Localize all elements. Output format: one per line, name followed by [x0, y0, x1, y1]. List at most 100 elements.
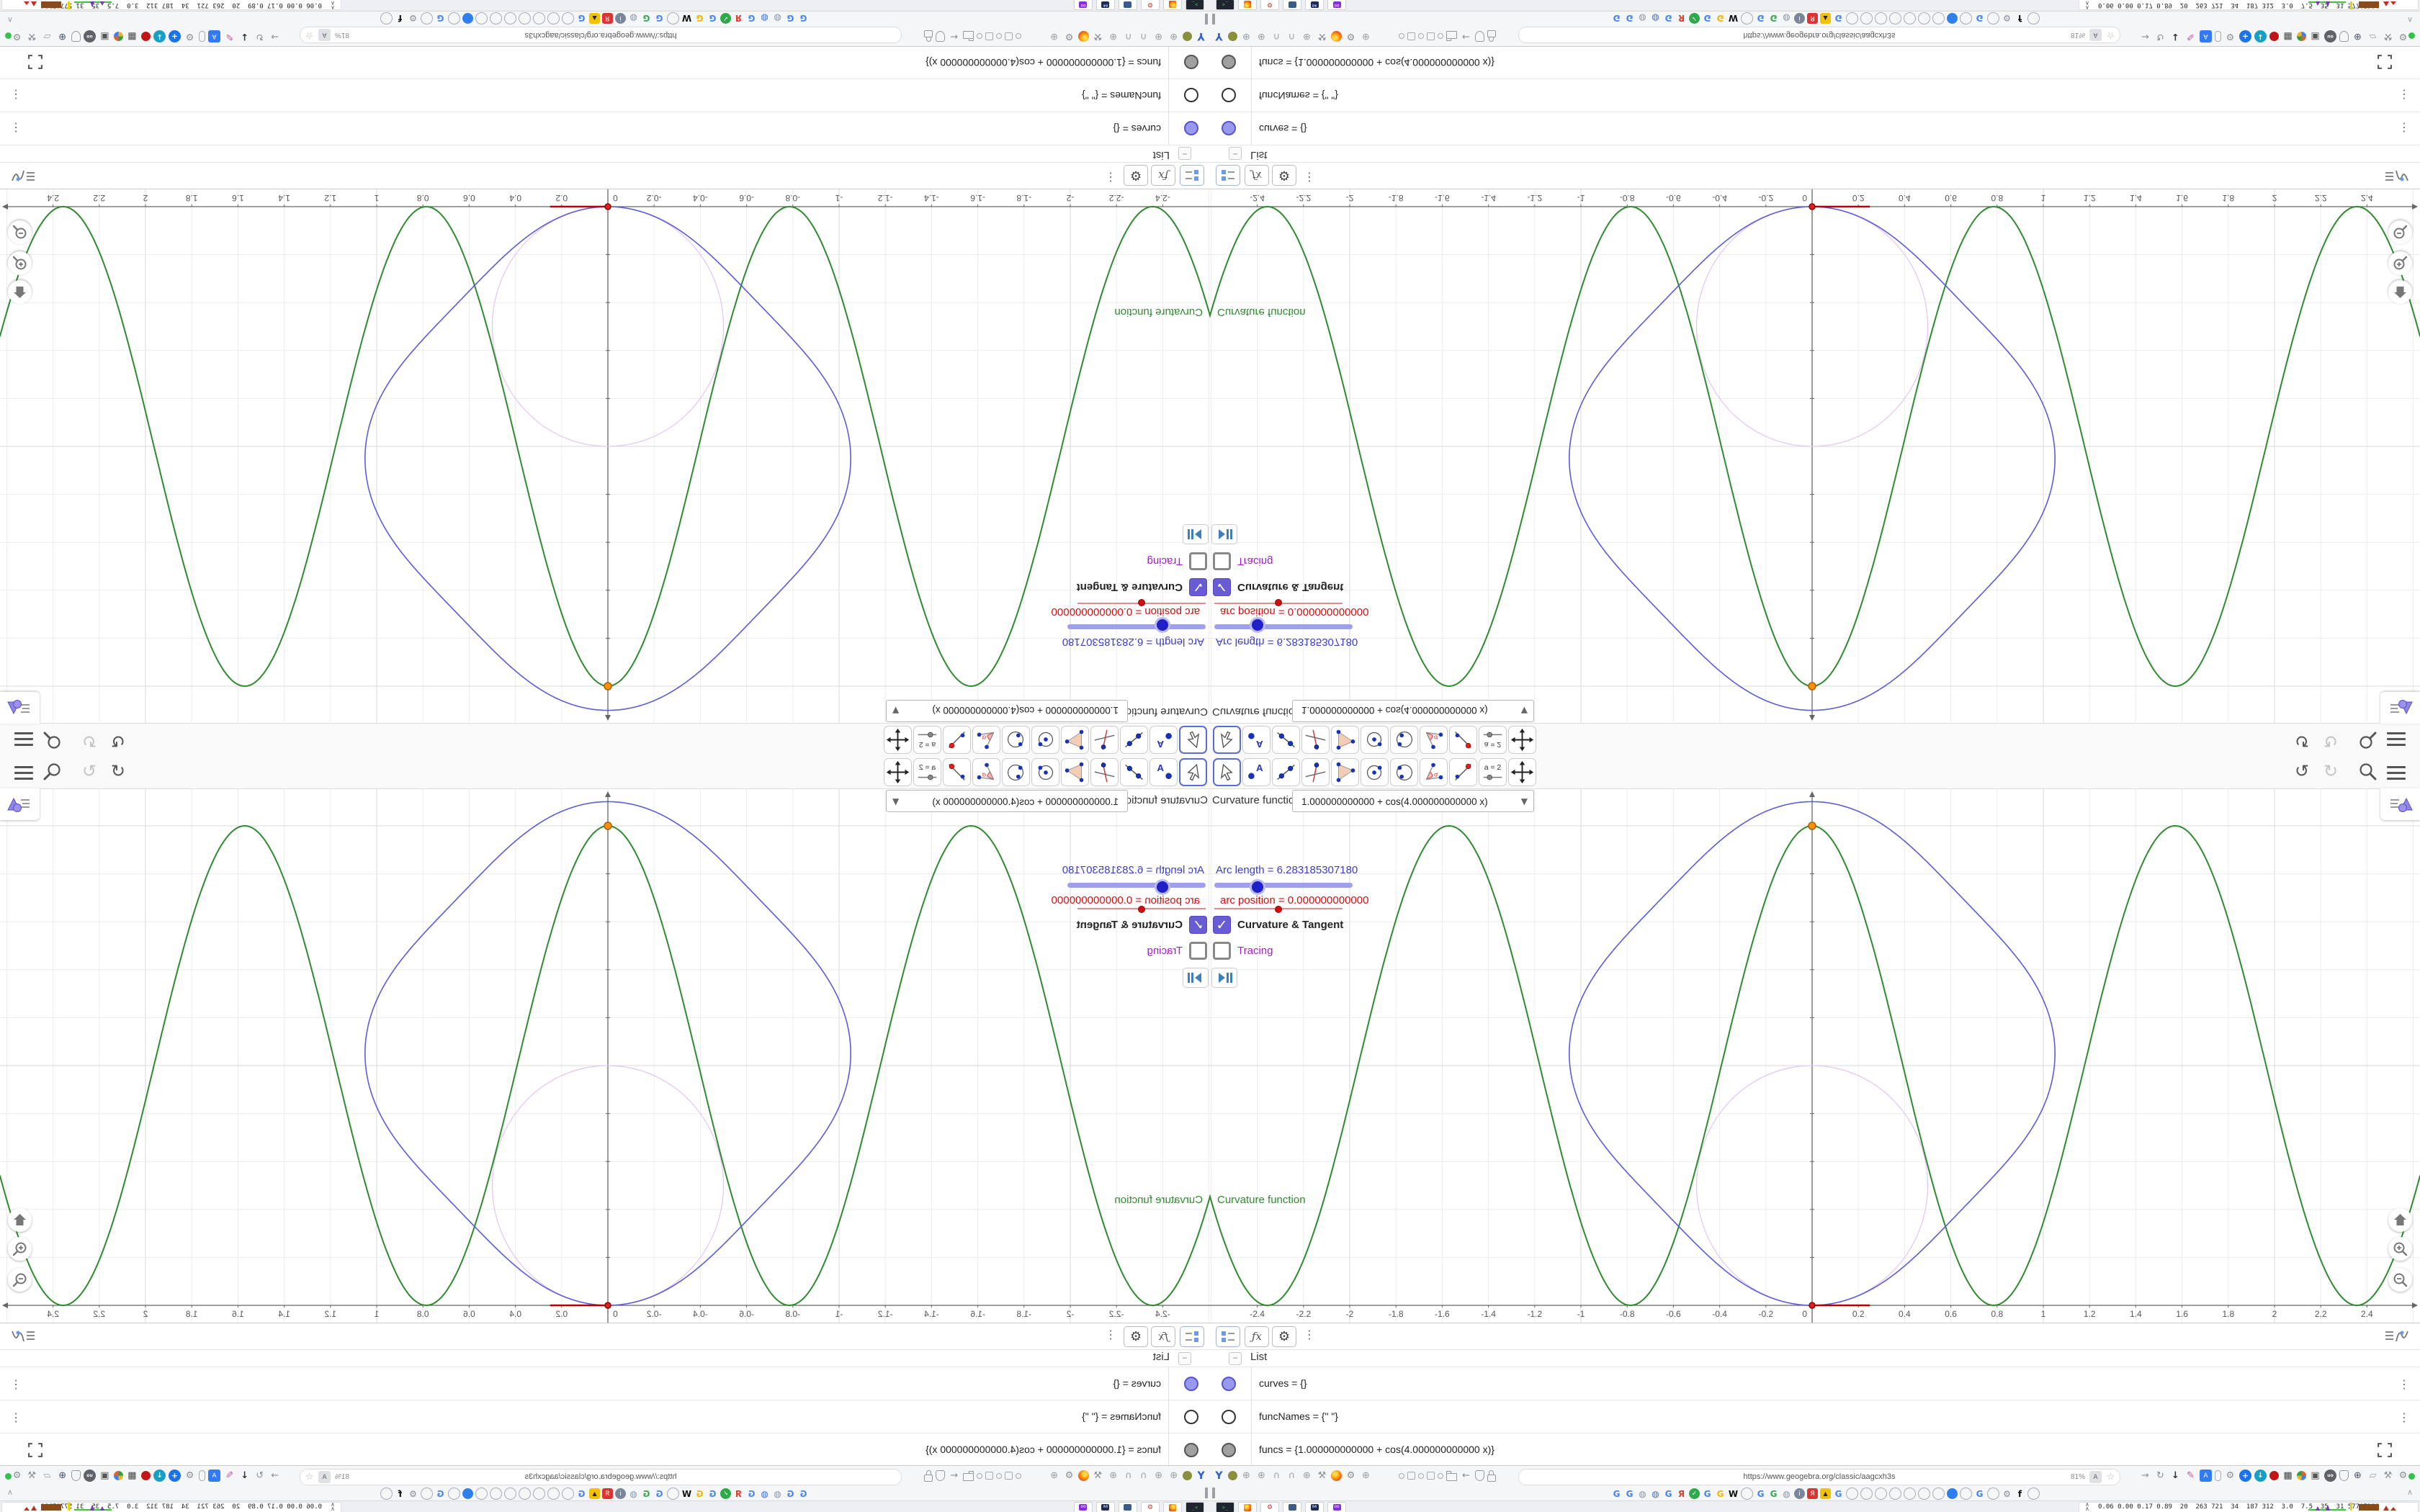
arc-position-slider-thumb[interactable] [1138, 906, 1145, 913]
icon[interactable] [380, 12, 393, 24]
ellipse-tool[interactable] [1390, 758, 1418, 786]
icon[interactable]: uo [2324, 30, 2336, 42]
taskbar-disk-icon[interactable]: 64 [1305, 0, 1324, 10]
icon[interactable]: i [615, 13, 626, 24]
icon[interactable]: ▲ [1820, 13, 1831, 24]
icon[interactable]: ✓ [1689, 13, 1700, 24]
taskbar-firefox-icon[interactable] [1163, 1502, 1182, 1512]
fullscreen-icon[interactable] [26, 49, 45, 71]
icon[interactable]: G [1611, 13, 1622, 24]
icon[interactable]: G [785, 1488, 796, 1499]
icon[interactable] [1005, 1472, 1013, 1480]
icon[interactable] [924, 1474, 933, 1482]
taskbar-firefox-icon[interactable] [1238, 1502, 1257, 1512]
icon[interactable]: ⊕ [1048, 30, 1060, 42]
icon[interactable]: ☆ [2105, 29, 2117, 41]
icon[interactable]: + [169, 1470, 181, 1482]
icon[interactable]: ▦ [126, 1470, 138, 1482]
tracing-checkbox[interactable] [1213, 942, 1231, 960]
settings-gear-button[interactable]: ⚙ [1272, 1326, 1296, 1347]
icon[interactable]: ◍ [1637, 13, 1648, 24]
graphics-settings-button[interactable] [2380, 788, 2420, 820]
row-kebab-icon[interactable]: ⋮ [10, 1410, 22, 1424]
kebab-menu-icon[interactable]: ⋮ [1304, 171, 1315, 184]
icon[interactable] [114, 32, 123, 41]
icon[interactable]: ⚙ [408, 1488, 418, 1499]
icon[interactable]: A [2089, 29, 2102, 41]
icon[interactable]: ⚙ [2397, 30, 2409, 42]
url-bar[interactable]: https://www.geogebra.org/classic/aagcxh3… [300, 1469, 902, 1485]
icon[interactable] [996, 1472, 1002, 1479]
polygon-tool[interactable] [1331, 758, 1359, 786]
icon[interactable] [519, 1488, 531, 1500]
icon[interactable] [1960, 12, 1972, 24]
move-select-tool[interactable] [1213, 758, 1241, 786]
ellipse-tool[interactable] [1390, 726, 1418, 754]
icon[interactable]: ↓ [238, 1470, 251, 1482]
icon[interactable]: G [1833, 13, 1844, 24]
curvature-tangent-checkbox[interactable]: ✓ [1189, 916, 1207, 934]
icon[interactable]: ↓ [153, 1470, 166, 1482]
row-kebab-icon[interactable]: ⋮ [2398, 88, 2410, 102]
polygon-tool[interactable] [1331, 726, 1359, 754]
icon[interactable] [1183, 1471, 1192, 1480]
icon[interactable]: ✓ [720, 1488, 731, 1499]
icon[interactable]: ⊕ [1360, 1470, 1372, 1482]
icon[interactable]: ▱ [41, 30, 53, 42]
graphics-view[interactable]: -2.4 -2.2 -2 -1.8 -1.6 -1.4 -1.2 -1 -0.8 -0.6 -0.4… [0, 189, 1210, 724]
icon[interactable]: ⊕ [2352, 30, 2364, 42]
icon[interactable] [1987, 1488, 1999, 1500]
line-tool[interactable] [1272, 726, 1300, 754]
curvature-tangent-checkbox[interactable]: ✓ [1189, 578, 1207, 596]
perpendicular-line-tool[interactable] [1090, 726, 1119, 754]
icon[interactable] [1960, 1488, 1972, 1500]
taskbar-monitor-icon[interactable] [1119, 0, 1137, 10]
icon[interactable]: Я [1676, 1488, 1687, 1499]
icon[interactable] [199, 1470, 205, 1481]
angle-tool[interactable]: α [1420, 726, 1448, 754]
icon[interactable]: ▣ [99, 1470, 111, 1482]
icon[interactable]: uo [84, 30, 96, 42]
icon[interactable] [1860, 12, 1873, 24]
icon[interactable]: ↓ [2254, 30, 2267, 42]
play-pause-button[interactable] [1211, 968, 1237, 988]
icon[interactable]: G [1833, 1488, 1844, 1499]
icon[interactable]: G [1715, 1488, 1726, 1499]
icon[interactable]: Я [1676, 13, 1687, 24]
zoom-in-button[interactable] [8, 1237, 32, 1261]
redo-button[interactable]: ↻ [2323, 762, 2338, 780]
algebra-style-button[interactable] [1216, 165, 1240, 186]
fx-button[interactable]: ƒx [1245, 165, 1269, 186]
icon[interactable] [1475, 31, 1484, 42]
icon[interactable] [1932, 1488, 1945, 1500]
angle-tool[interactable]: α [1420, 758, 1448, 786]
visibility-toggle[interactable] [1222, 1377, 1236, 1391]
visibility-toggle[interactable] [1222, 88, 1236, 102]
icon[interactable] [1427, 32, 1435, 40]
row-kebab-icon[interactable]: ⋮ [10, 1377, 22, 1391]
icon[interactable]: ⊕ [2352, 1470, 2364, 1482]
icon[interactable] [141, 32, 151, 41]
icon[interactable] [2027, 1488, 2040, 1500]
icon[interactable] [547, 12, 560, 24]
visibility-toggle[interactable] [1222, 1443, 1236, 1457]
line-tool[interactable] [1272, 758, 1300, 786]
icon[interactable]: ▣ [99, 30, 111, 42]
icon[interactable]: Я [1807, 13, 1818, 24]
icon[interactable]: ▱ [41, 1470, 53, 1482]
icon[interactable] [1875, 1488, 1887, 1500]
taskbar-settings-icon[interactable]: ⚙ [1141, 0, 1160, 10]
icon[interactable] [2339, 31, 2349, 42]
icon[interactable]: G [785, 13, 796, 24]
icon[interactable] [1487, 1470, 1496, 1482]
icon[interactable]: G [1624, 13, 1635, 24]
icon[interactable]: → [2139, 1470, 2151, 1482]
icon[interactable]: ⚙ [11, 30, 23, 42]
icon[interactable] [562, 1488, 574, 1500]
redo-button[interactable]: ↻ [2323, 731, 2338, 751]
icon[interactable] [71, 1470, 81, 1481]
visibility-toggle[interactable] [1184, 55, 1198, 69]
taskbar-monitor-icon[interactable] [1283, 0, 1301, 10]
icon[interactable]: Y [1195, 1470, 1207, 1482]
menu-icon[interactable] [2387, 729, 2406, 750]
